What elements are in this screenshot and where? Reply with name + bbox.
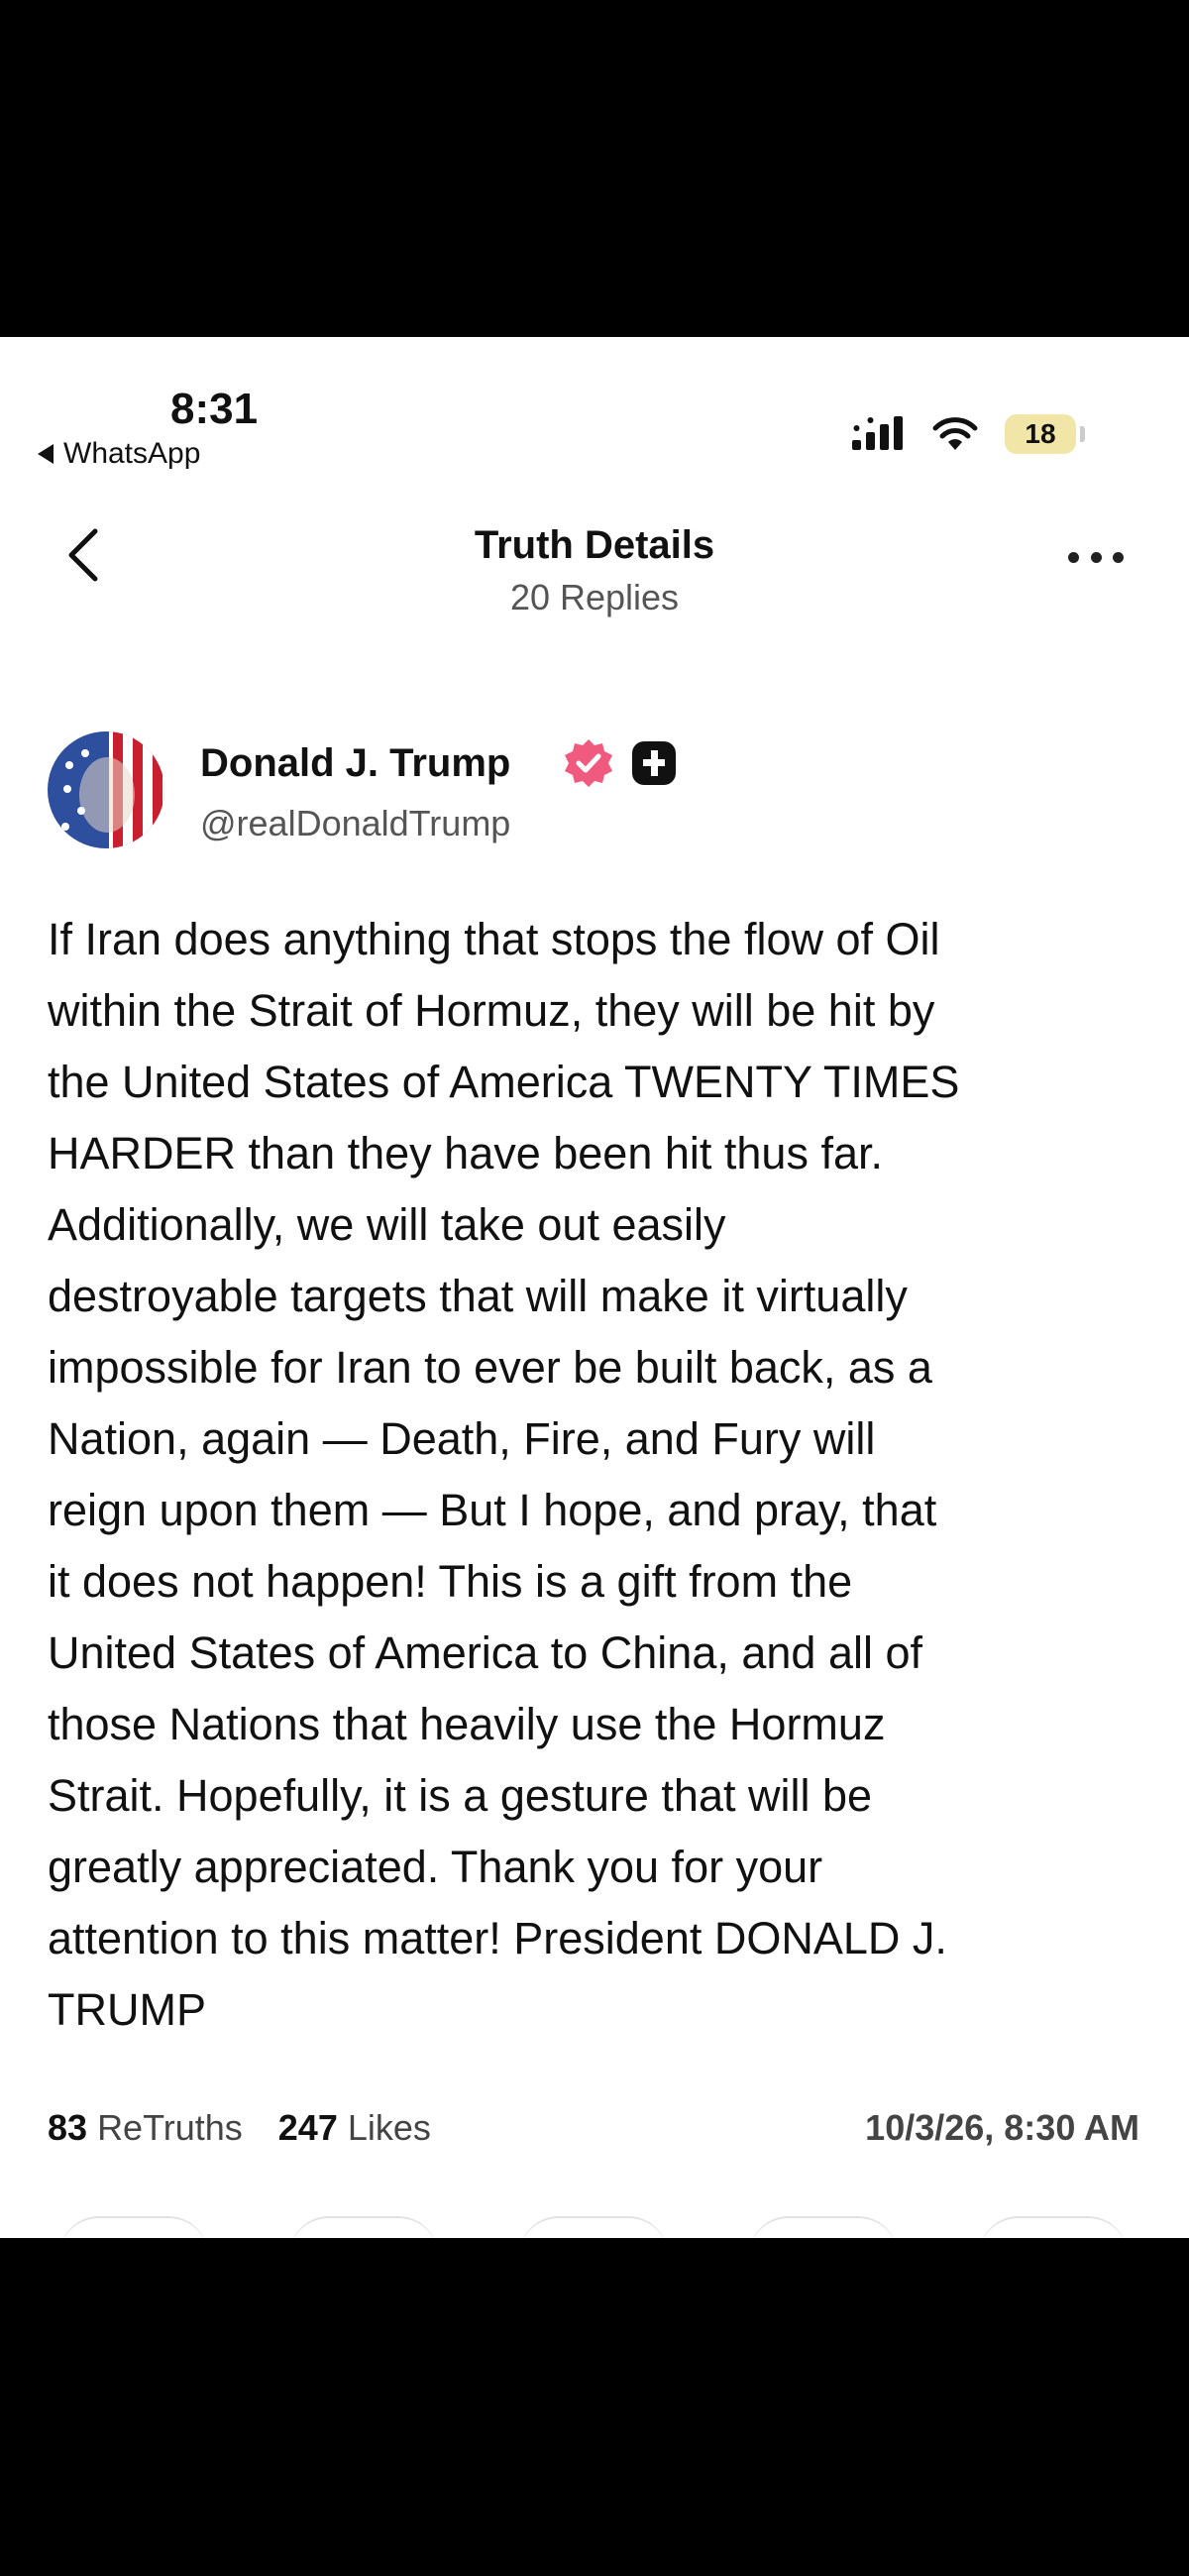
- likes-stat[interactable]: 247 Likes: [278, 2107, 431, 2149]
- likes-count: 247: [277, 2107, 338, 2148]
- top-letterbox: [0, 0, 1189, 337]
- page-title: Truth Details: [474, 523, 715, 567]
- retruths-label: ReTruths: [97, 2107, 243, 2148]
- retruths-stat[interactable]: 83 ReTruths: [48, 2107, 243, 2149]
- author-handle[interactable]: @realDonaldTrump: [200, 803, 510, 844]
- bottom-letterbox: [0, 2238, 1189, 2576]
- engagement-stats: 83 ReTruths 247 Likes: [48, 2107, 431, 2149]
- action-button[interactable]: [749, 2216, 898, 2238]
- action-button[interactable]: [519, 2216, 668, 2238]
- dot: [1090, 551, 1102, 563]
- action-buttons-row: [0, 2216, 1189, 2238]
- more-horizontal-icon[interactable]: [1068, 547, 1124, 567]
- phone-screen: 8:31 WhatsApp 18 Truth Details 20 Replie…: [0, 337, 1189, 2238]
- post-timestamp: 10/3/26, 8:30 AM: [865, 2107, 1139, 2148]
- action-button[interactable]: [289, 2216, 438, 2238]
- post-body-text: If Iran does anything that stops the flo…: [48, 914, 960, 2035]
- cellular-signal-icon: [852, 416, 903, 450]
- nav-header: Truth Details 20 Replies: [0, 496, 1189, 624]
- action-button[interactable]: [59, 2216, 208, 2238]
- dot: [1068, 551, 1079, 563]
- back-app-label: WhatsApp: [63, 437, 201, 470]
- wifi-icon: [932, 417, 978, 450]
- battery-tip: [1080, 426, 1085, 442]
- likes-label: Likes: [347, 2107, 431, 2148]
- truth-plus-icon: [632, 741, 676, 785]
- back-to-app-link[interactable]: WhatsApp: [38, 437, 200, 471]
- verified-badge-icon: [565, 739, 612, 787]
- battery-indicator: 18: [1005, 414, 1076, 454]
- author-name[interactable]: Donald J. Trump: [200, 741, 510, 786]
- retruths-count: 83: [48, 2107, 88, 2148]
- avatar[interactable]: [48, 731, 164, 848]
- status-bar: 8:31 WhatsApp 18: [0, 337, 1189, 486]
- back-triangle-icon: [38, 444, 54, 464]
- dot: [1113, 551, 1124, 563]
- replies-count[interactable]: 20 Replies: [0, 577, 1189, 618]
- status-time: 8:31: [170, 385, 259, 433]
- action-button[interactable]: [979, 2216, 1128, 2238]
